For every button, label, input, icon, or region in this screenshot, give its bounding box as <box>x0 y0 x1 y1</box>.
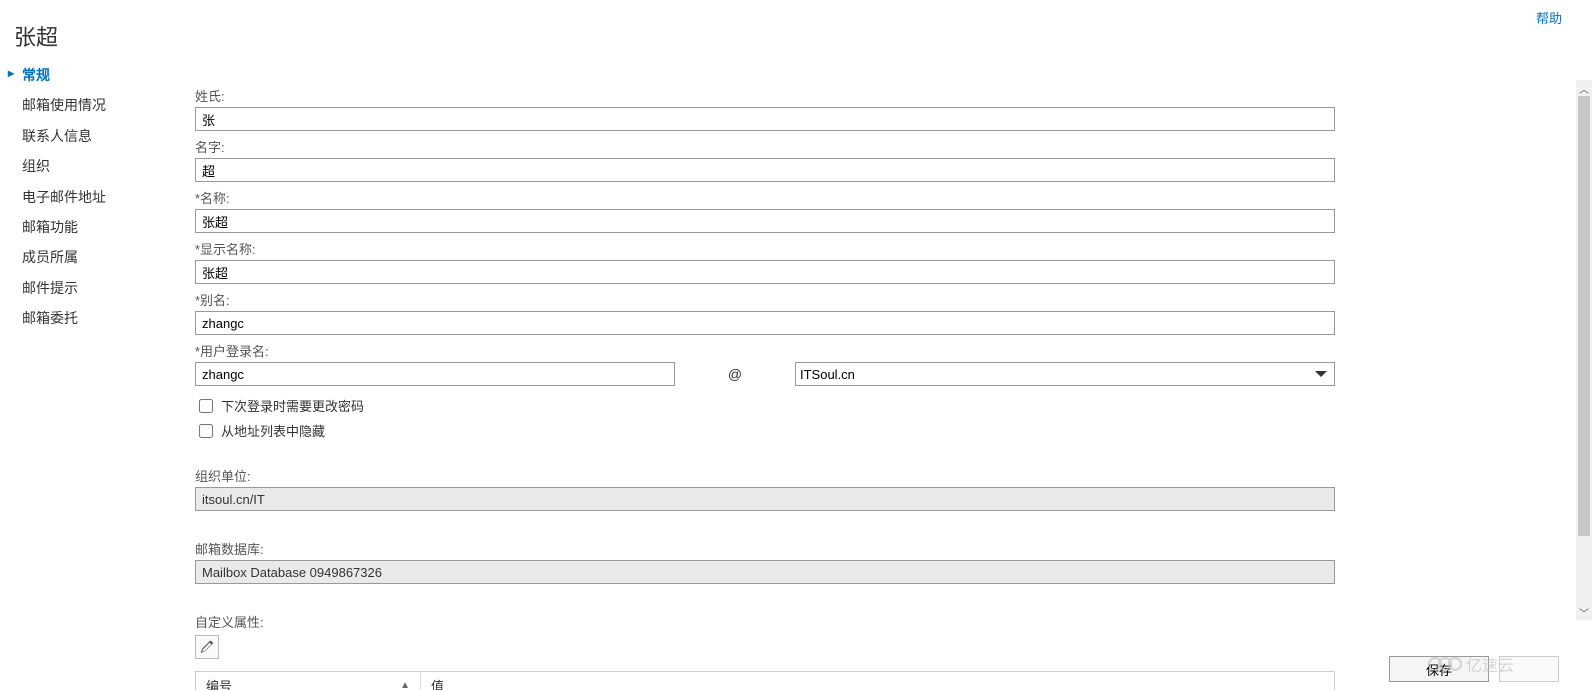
displayname-input[interactable] <box>195 260 1335 284</box>
name-label: *名称: <box>195 188 1335 207</box>
userlogin-input[interactable] <box>195 362 675 386</box>
at-symbol: @ <box>675 366 795 382</box>
change-password-label: 下次登录时需要更改密码 <box>221 396 364 415</box>
page-title: 张超 <box>14 20 58 52</box>
alias-input[interactable] <box>195 311 1335 335</box>
scroll-up-icon[interactable]: ︿ <box>1576 80 1592 96</box>
cancel-button[interactable]: 亿速云 <box>1499 656 1559 682</box>
sidebar-item-mailbox-usage[interactable]: 邮箱使用情况 <box>10 90 180 120</box>
sidebar-item-mailbox-delegation[interactable]: 邮箱委托 <box>10 303 180 333</box>
db-input <box>195 560 1335 584</box>
col-number-label: 编号 <box>206 676 232 690</box>
pencil-icon <box>200 640 214 654</box>
col-value-header[interactable]: 值 <box>421 672 1334 690</box>
customattr-label: 自定义属性: <box>195 612 1335 631</box>
alias-label: *别名: <box>195 290 1335 309</box>
scroll-down-icon[interactable]: ﹀ <box>1576 604 1592 620</box>
help-link[interactable]: 帮助 <box>1536 8 1562 27</box>
change-password-checkbox[interactable] <box>199 399 213 413</box>
name-input[interactable] <box>195 209 1335 233</box>
sidebar: 常规 邮箱使用情况 联系人信息 组织 电子邮件地址 邮箱功能 成员所属 邮件提示… <box>10 60 180 334</box>
sidebar-item-organization[interactable]: 组织 <box>10 151 180 181</box>
displayname-label: *显示名称: <box>195 239 1335 258</box>
lastname-input[interactable] <box>195 107 1335 131</box>
firstname-label: 名字: <box>195 137 1335 156</box>
sidebar-item-member-of[interactable]: 成员所属 <box>10 242 180 272</box>
hide-from-address-list-label: 从地址列表中隐藏 <box>221 421 325 440</box>
ou-input <box>195 487 1335 511</box>
domain-select[interactable]: ITSoul.cn <box>795 362 1335 386</box>
edit-custom-attr-button[interactable] <box>195 635 219 659</box>
db-label: 邮箱数据库: <box>195 539 1335 558</box>
scrollbar-thumb[interactable] <box>1578 96 1590 536</box>
col-value-label: 值 <box>431 676 444 690</box>
sidebar-item-mailtip[interactable]: 邮件提示 <box>10 273 180 303</box>
sort-asc-icon: ▲ <box>400 680 410 690</box>
save-button[interactable]: 保存 <box>1389 656 1489 682</box>
hide-from-address-list-checkbox[interactable] <box>199 424 213 438</box>
sidebar-item-general[interactable]: 常规 <box>10 60 180 90</box>
col-number-header[interactable]: 编号 ▲ <box>196 672 421 690</box>
sidebar-item-email-address[interactable]: 电子邮件地址 <box>10 182 180 212</box>
userlogin-label: *用户登录名: <box>195 341 1335 360</box>
sidebar-item-mailbox-features[interactable]: 邮箱功能 <box>10 212 180 242</box>
footer-bar: 保存 亿速云 <box>1389 656 1559 682</box>
firstname-input[interactable] <box>195 158 1335 182</box>
ou-label: 组织单位: <box>195 466 1335 485</box>
scrollbar[interactable]: ︿ ﹀ <box>1576 80 1592 620</box>
lastname-label: 姓氏: <box>195 86 1335 105</box>
content-area: 姓氏: 名字: *名称: *显示名称: *别名: *用户登录名: @ <box>195 80 1335 690</box>
custom-attr-table-header: 编号 ▲ 值 <box>195 671 1335 690</box>
sidebar-item-contact-info[interactable]: 联系人信息 <box>10 121 180 151</box>
